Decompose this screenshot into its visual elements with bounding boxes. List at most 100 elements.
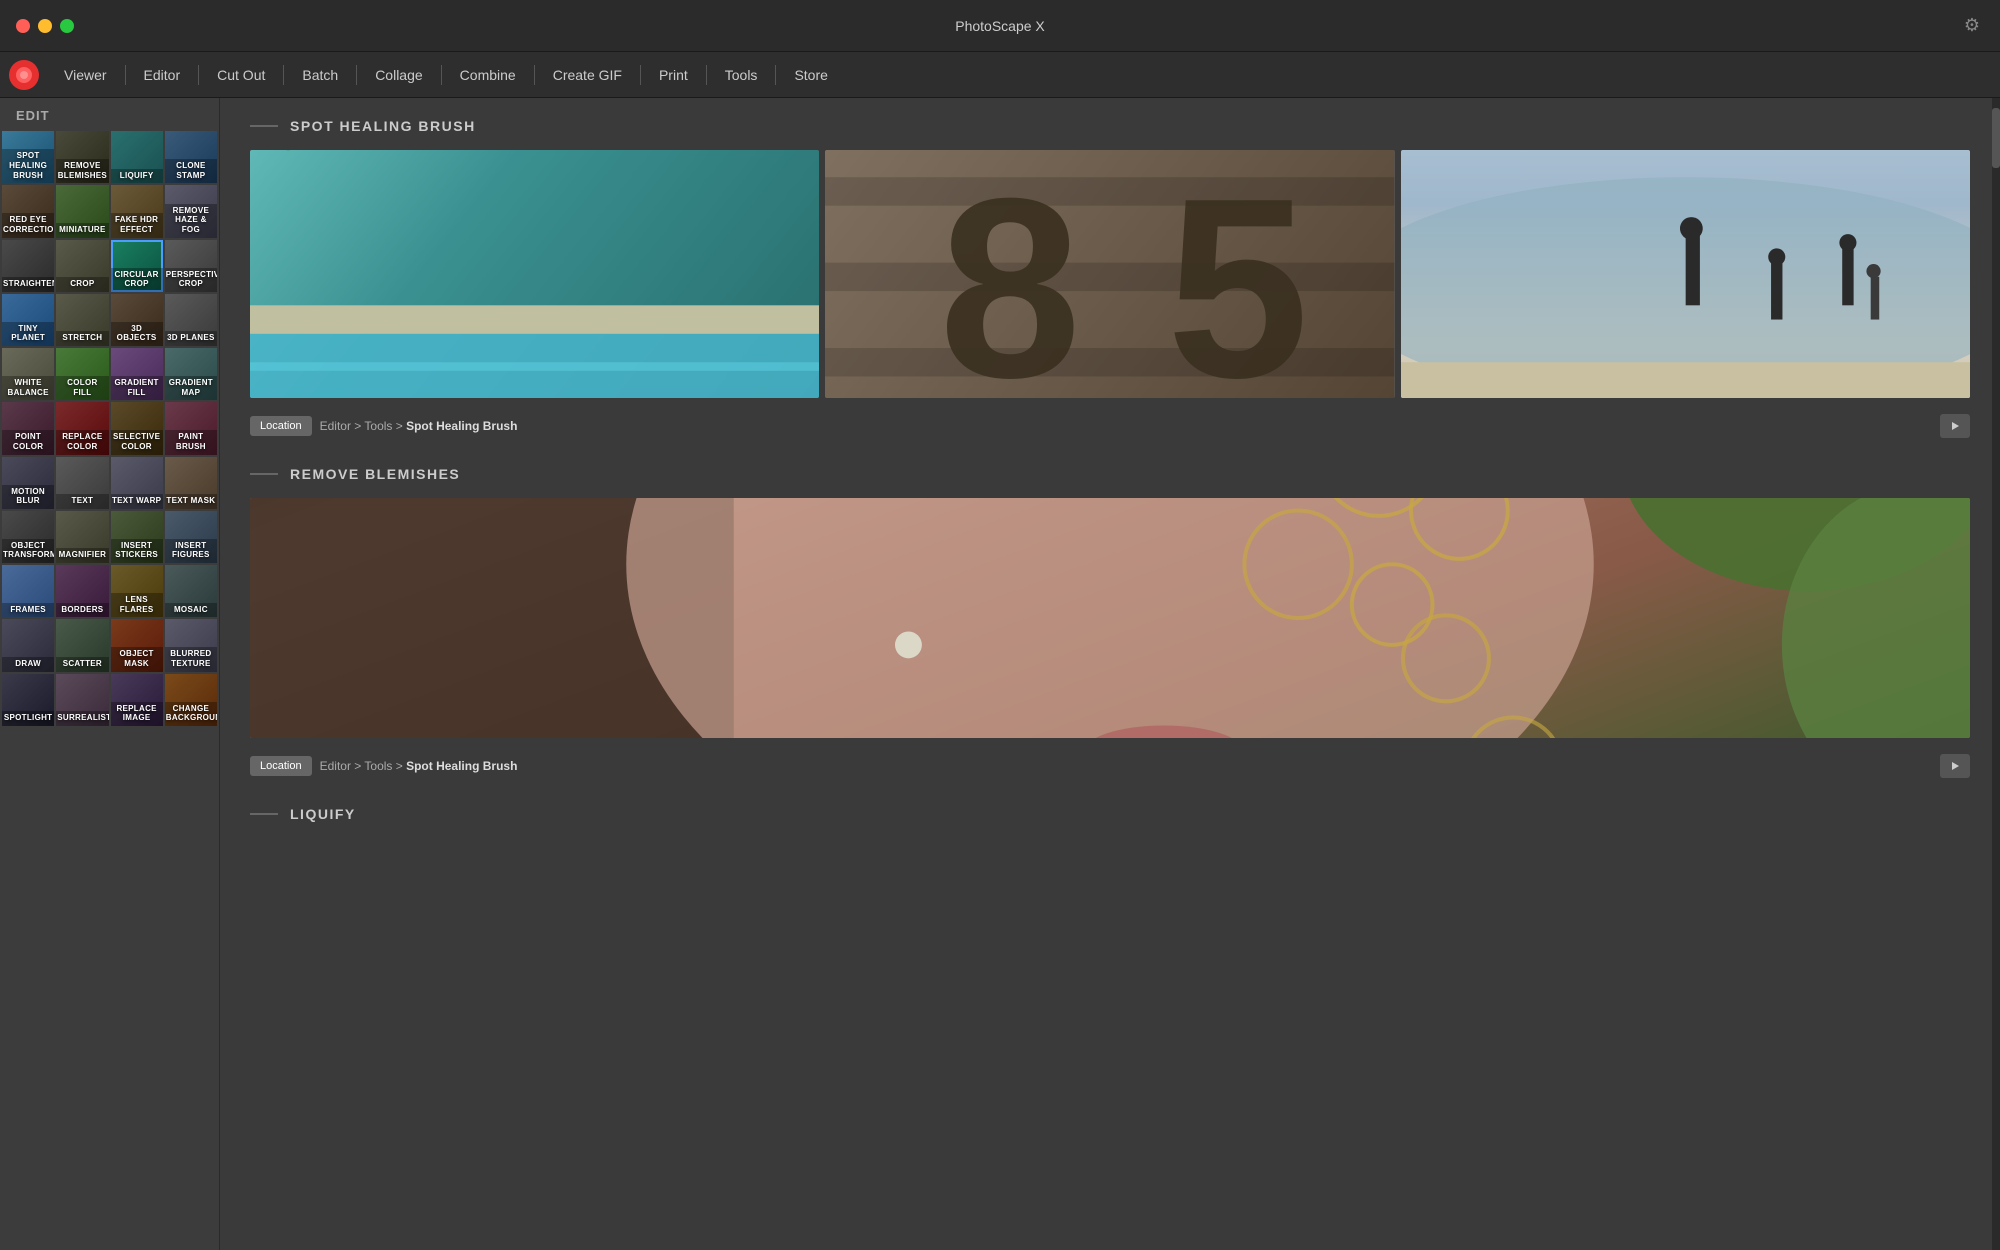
menu-editor[interactable]: Editor	[130, 61, 195, 89]
tool-text-mask-label: TEXT MASK	[165, 494, 217, 509]
tool-point-color[interactable]: POINT COLOR	[2, 402, 54, 454]
tool-draw[interactable]: DRAW	[2, 619, 54, 671]
svg-text:5: 5	[1167, 150, 1309, 398]
tool-spotlight-label: SPOTLIGHT	[2, 711, 54, 726]
tool-scatter-label: SCATTER	[56, 657, 108, 672]
close-button[interactable]	[16, 19, 30, 33]
menu-sep-9	[775, 65, 776, 85]
menu-batch[interactable]: Batch	[288, 61, 352, 89]
tool-change-background[interactable]: CHANGE BACKGROUND	[165, 674, 217, 726]
tool-gradient-fill[interactable]: GRADIENT FILL	[111, 348, 163, 400]
menu-creategif[interactable]: Create GIF	[539, 61, 636, 89]
tool-text-label: TEXT	[56, 494, 108, 509]
tool-object-mask[interactable]: OBJECT MASK	[111, 619, 163, 671]
play-button-2[interactable]	[1940, 754, 1970, 778]
tool-spot-healing-label: SPOT HEALING BRUSH	[2, 149, 54, 183]
preview-img-numbers: 8 5	[825, 150, 1394, 398]
tool-straighten[interactable]: STRAIGHTEN	[2, 240, 54, 292]
tool-mosaic-label: MOSAIC	[165, 603, 217, 618]
tool-mosaic[interactable]: MOSAIC	[165, 565, 217, 617]
tool-blurred-texture[interactable]: BLURRED TEXTURE	[165, 619, 217, 671]
tool-surrealistic-label: SURREALISTIC	[56, 711, 108, 726]
tool-borders[interactable]: BORDERS	[56, 565, 108, 617]
section-line-3	[250, 813, 278, 815]
left-panel: EDIT SPOT HEALING BRUSH REMOVE BLEMISHES…	[0, 98, 220, 1250]
maximize-button[interactable]	[60, 19, 74, 33]
menu-store[interactable]: Store	[780, 61, 841, 89]
tool-paint-brush-label: PAINT BRUSH	[165, 430, 217, 454]
tool-remove-blemishes[interactable]: REMOVE BLEMISHES	[56, 131, 108, 183]
tool-perspective-crop[interactable]: PERSPECTIVE CROP	[165, 240, 217, 292]
tool-text-warp[interactable]: TEXT WARP	[111, 457, 163, 509]
tool-liquify[interactable]: LIQUIFY	[111, 131, 163, 183]
menu-viewer[interactable]: Viewer	[50, 61, 121, 89]
location-bar-2: Location Editor > Tools > Spot Healing B…	[250, 754, 1970, 778]
right-scrollbar-thumb	[1992, 108, 2000, 168]
right-panel: SPOT HEALING BRUSH	[220, 98, 2000, 1250]
menu-collage[interactable]: Collage	[361, 61, 436, 89]
tool-selective-color[interactable]: SELECTIVE COLOR	[111, 402, 163, 454]
tool-text[interactable]: TEXT	[56, 457, 108, 509]
tool-color-fill[interactable]: COLOR FILL	[56, 348, 108, 400]
tool-white-balance[interactable]: WHITE BALANCE	[2, 348, 54, 400]
tool-spotlight[interactable]: SPOTLIGHT	[2, 674, 54, 726]
tool-straighten-label: STRAIGHTEN	[2, 277, 54, 292]
tool-color-fill-label: COLOR FILL	[56, 376, 108, 400]
location-tag-1[interactable]: Location	[250, 416, 312, 436]
tool-liquify-label: LIQUIFY	[111, 169, 163, 184]
tool-text-mask[interactable]: TEXT MASK	[165, 457, 217, 509]
tool-replace-color[interactable]: REPLACE COLOR	[56, 402, 108, 454]
tool-gradient-map-label: GRADIENT MAP	[165, 376, 217, 400]
tool-circular-crop[interactable]: CIRCULAR CROP	[111, 240, 163, 292]
tool-red-eye[interactable]: RED EYE CORRECTION	[2, 185, 54, 237]
menu-sep-4	[356, 65, 357, 85]
tool-lens-flares[interactable]: LENS FLARES	[111, 565, 163, 617]
tool-object-transform[interactable]: OBJECT TRANSFORM	[2, 511, 54, 563]
preview-img-beach	[1401, 150, 1970, 398]
gear-icon[interactable]: ⚙	[1964, 15, 1980, 36]
tool-insert-stickers-label: INSERT STICKERS	[111, 539, 163, 563]
preview-img-pool: CAP TOURA	[250, 150, 819, 398]
tool-miniature-label: MINIATURE	[56, 223, 108, 238]
tool-gradient-map[interactable]: GRADIENT MAP	[165, 348, 217, 400]
tool-magnifier-label: MAGNIFIER	[56, 548, 108, 563]
tool-spot-healing[interactable]: SPOT HEALING BRUSH	[2, 131, 54, 183]
tool-replace-color-label: REPLACE COLOR	[56, 430, 108, 454]
menu-print[interactable]: Print	[645, 61, 702, 89]
menu-sep-3	[283, 65, 284, 85]
tool-miniature[interactable]: MINIATURE	[56, 185, 108, 237]
tool-remove-haze[interactable]: REMOVE HAZE & FOG	[165, 185, 217, 237]
tool-magnifier[interactable]: MAGNIFIER	[56, 511, 108, 563]
tool-3d-objects[interactable]: 3D OBJECTS	[111, 294, 163, 346]
tool-insert-stickers[interactable]: INSERT STICKERS	[111, 511, 163, 563]
tool-remove-blemishes-label: REMOVE BLEMISHES	[56, 159, 108, 183]
tool-paint-brush[interactable]: PAINT BRUSH	[165, 402, 217, 454]
tool-crop[interactable]: CROP	[56, 240, 108, 292]
preview-images-spot-healing: CAP TOURA	[250, 150, 1970, 398]
location-tag-2[interactable]: Location	[250, 756, 312, 776]
tool-motion-blur[interactable]: MOTION BLUR	[2, 457, 54, 509]
menu-tools[interactable]: Tools	[711, 61, 772, 89]
tool-stretch[interactable]: STRETCH	[56, 294, 108, 346]
tool-3d-planes[interactable]: 3D PLANES	[165, 294, 217, 346]
play-button-1[interactable]	[1940, 414, 1970, 438]
tool-insert-figures[interactable]: INSERT FIGURES	[165, 511, 217, 563]
menu-combine[interactable]: Combine	[446, 61, 530, 89]
menu-cutout[interactable]: Cut Out	[203, 61, 279, 89]
tool-frames[interactable]: FRAMES	[2, 565, 54, 617]
tool-clone-stamp[interactable]: CLONE STAMP	[165, 131, 217, 183]
tool-replace-image[interactable]: REPLACE IMAGE	[111, 674, 163, 726]
menu-sep-2	[198, 65, 199, 85]
tool-fake-hdr[interactable]: FAKE HDR EFFECT	[111, 185, 163, 237]
tool-scatter[interactable]: SCATTER	[56, 619, 108, 671]
tool-tiny-planet[interactable]: TINY PLANET	[2, 294, 54, 346]
tool-white-balance-label: WHITE BALANCE	[2, 376, 54, 400]
minimize-button[interactable]	[38, 19, 52, 33]
tool-motion-blur-label: MOTION BLUR	[2, 485, 54, 509]
tool-stretch-label: STRETCH	[56, 331, 108, 346]
section-line-1	[250, 125, 278, 127]
tool-surrealistic[interactable]: SURREALISTIC	[56, 674, 108, 726]
tool-change-background-label: CHANGE BACKGROUND	[165, 702, 217, 726]
tool-lens-flares-label: LENS FLARES	[111, 593, 163, 617]
app-logo	[8, 59, 40, 91]
